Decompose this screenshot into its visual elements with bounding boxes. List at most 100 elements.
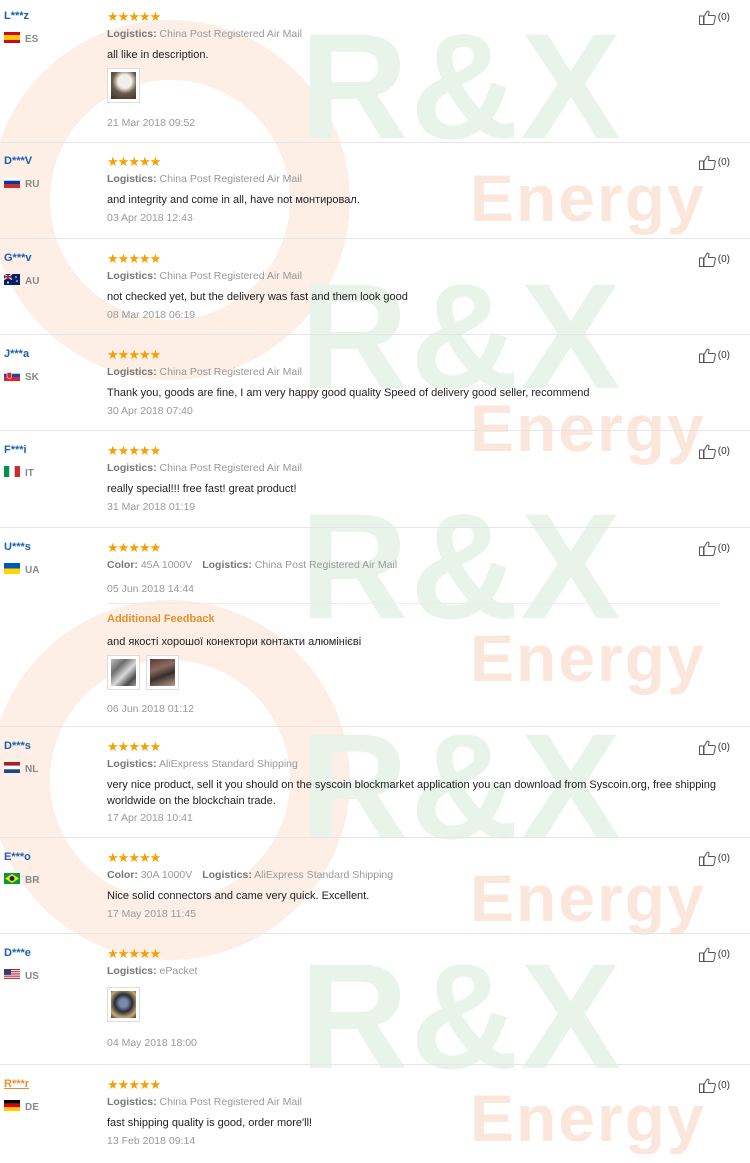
helpful-button[interactable]: (0) [699, 252, 730, 267]
buyer-name[interactable]: D***s [4, 740, 31, 752]
helpful-button[interactable]: (0) [699, 740, 730, 755]
buyer-name[interactable]: G***v [4, 252, 32, 264]
star-icon: ★ [117, 9, 130, 24]
buyer-name[interactable]: E***o [4, 851, 31, 863]
review-photo[interactable] [146, 655, 179, 690]
star-icon: ★ [149, 9, 162, 24]
logistics-label: Logistics: [107, 1096, 157, 1108]
helpful-button[interactable]: (0) [699, 851, 730, 866]
star-icon: ★ [149, 154, 162, 169]
star-icon: ★ [128, 251, 140, 266]
review-item: D***V RU ★★★★★ Logistics: China Post Reg… [0, 143, 750, 239]
logistics-label: Logistics: [107, 366, 157, 378]
shipping-info: Color: 30A 1000V Logistics: AliExpress St… [107, 869, 393, 881]
star-icon: ★ [128, 443, 140, 458]
star-rating: ★★★★★ [107, 1077, 162, 1092]
star-icon: ★ [149, 1077, 162, 1092]
review-date: 17 Apr 2018 10:41 [107, 812, 193, 824]
review-text: very nice product, sell it you should on… [107, 779, 716, 807]
helpful-count: (0) [717, 157, 730, 168]
helpful-count: (0) [717, 254, 730, 265]
star-icon: ★ [107, 443, 119, 458]
buyer-country: SK [4, 370, 39, 383]
helpful-button[interactable]: (0) [699, 444, 730, 459]
helpful-button[interactable]: (0) [699, 155, 730, 170]
star-icon: ★ [149, 850, 162, 865]
star-icon: ★ [107, 946, 119, 961]
flag-es-icon [4, 32, 20, 43]
shipping-info: Color: 45A 1000V Logistics: China Post Re… [107, 559, 397, 571]
buyer-name[interactable]: J***a [4, 348, 29, 360]
country-code: NL [25, 764, 39, 775]
review-text: Thank you, goods are fine, I am very hap… [107, 387, 590, 399]
review-photo[interactable] [107, 987, 140, 1022]
thumbs-up-icon [699, 155, 716, 170]
review-text: all like in description. [107, 49, 209, 61]
star-icon: ★ [107, 251, 119, 266]
helpful-button[interactable]: (0) [699, 10, 730, 25]
flag-sk-icon [4, 370, 20, 381]
country-code: SK [25, 372, 39, 383]
star-icon: ★ [138, 739, 151, 754]
buyer-name[interactable]: L***z [4, 10, 29, 22]
country-code: BR [25, 875, 40, 886]
shipping-info: Logistics: China Post Registered Air Mai… [107, 462, 302, 474]
additional-feedback-photos [107, 655, 179, 690]
buyer-name[interactable]: D***e [4, 947, 31, 959]
buyer-country: UA [4, 563, 39, 576]
feedback-list: L***z ES ★★★★★ Logistics: China Post Reg… [0, 0, 750, 1163]
star-rating: ★★★★★ [107, 154, 162, 169]
helpful-button[interactable]: (0) [699, 348, 730, 363]
helpful-count: (0) [717, 350, 730, 361]
logistics-value: AliExpress Standard Shipping [254, 869, 394, 881]
thumbs-up-icon [699, 1078, 716, 1093]
helpful-count: (0) [717, 742, 730, 753]
review-content: ★★★★★ Logistics: China Post Registered A… [107, 10, 720, 142]
logistics-value: China Post Registered Air Mail [159, 366, 302, 378]
helpful-count: (0) [717, 853, 730, 864]
star-icon: ★ [128, 739, 140, 754]
logistics-value: China Post Registered Air Mail [254, 559, 398, 571]
country-code: US [25, 971, 39, 982]
country-code: ES [25, 34, 39, 45]
logistics-value: ePacket [159, 965, 198, 977]
thumbs-up-icon [699, 444, 716, 459]
review-date: 17 May 2018 11:45 [107, 908, 197, 920]
review-date: 08 Mar 2018 06:19 [107, 309, 196, 321]
review-photo[interactable] [107, 655, 140, 690]
logistics-label: Logistics: [107, 173, 157, 185]
star-icon: ★ [107, 9, 119, 24]
review-content: ★★★★★ Logistics: ePacket 04 May 2018 18:… [107, 947, 720, 1064]
buyer-name[interactable]: F***i [4, 444, 27, 456]
star-icon: ★ [107, 850, 119, 865]
color-label: Color: [107, 869, 138, 881]
flag-br-icon [4, 873, 20, 884]
star-icon: ★ [107, 540, 119, 555]
color-info: Color: 30A 1000V [107, 869, 192, 881]
thumbs-up-icon [699, 252, 716, 267]
buyer-name[interactable]: D***V [4, 155, 32, 167]
review-date: 05 Jun 2018 14:44 [107, 583, 194, 595]
buyer-name[interactable]: U***s [4, 541, 31, 553]
review-text: not checked yet, but the delivery was fa… [107, 291, 408, 303]
helpful-button[interactable]: (0) [699, 1078, 730, 1093]
additional-feedback-title: Additional Feedback [107, 613, 215, 625]
additional-feedback-text: and якості хорошої конектори контакти ал… [107, 636, 362, 648]
review-photo[interactable] [107, 68, 140, 103]
review-item: D***s NL ★★★★★ Logistics: AliExpress Sta… [0, 727, 750, 838]
review-content: ★★★★★ Logistics: China Post Registered A… [107, 252, 720, 334]
buyer-country: US [4, 969, 39, 982]
buyer-country: DE [4, 1100, 39, 1113]
star-icon: ★ [138, 946, 151, 961]
buyer-country: NL [4, 762, 38, 775]
logistics-label: Logistics: [107, 28, 157, 40]
logistics-value: China Post Registered Air Mail [159, 28, 302, 40]
buyer-name[interactable]: R***r [4, 1078, 29, 1090]
helpful-button[interactable]: (0) [699, 541, 730, 556]
review-photos [107, 68, 140, 103]
buyer-country: ES [4, 32, 38, 45]
helpful-button[interactable]: (0) [699, 947, 730, 962]
review-text: and integrity and come in all, have not … [107, 194, 360, 206]
star-rating: ★★★★★ [107, 850, 162, 865]
country-code: AU [25, 276, 40, 287]
